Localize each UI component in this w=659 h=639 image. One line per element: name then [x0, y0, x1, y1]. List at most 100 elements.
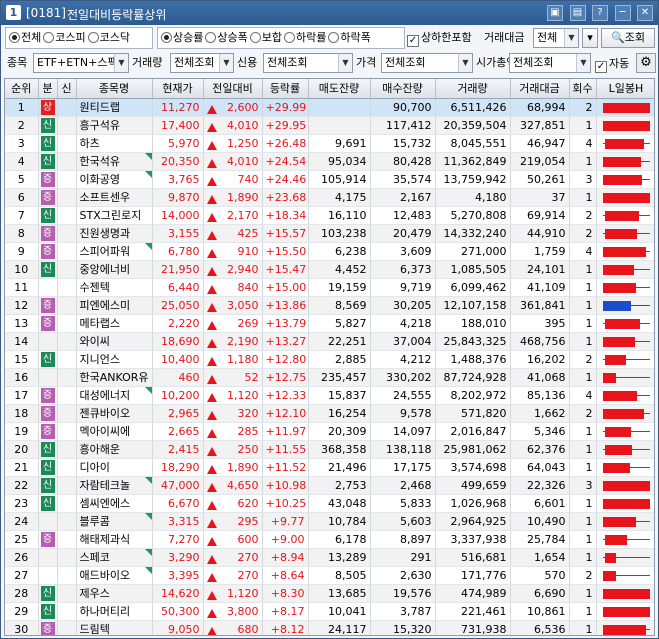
price-select[interactable]: 전체조회 ▼	[381, 53, 473, 73]
table-row[interactable]: 27 애드바이오 3,395 270 +8.64 8,505 2,630 171,776 570…	[5, 566, 654, 585]
table-row[interactable]: 23 신 셈씨엔에스 6,670 620 +10.25 43,048 5,833 1,026,9…	[5, 494, 654, 513]
col-bid[interactable]: 매수잔량	[370, 79, 436, 99]
cell-name[interactable]: 피엔에스미	[76, 296, 153, 315]
col-amount[interactable]: 거래대금	[510, 79, 570, 99]
col-ask[interactable]: 매도잔량	[308, 79, 371, 99]
table-row[interactable]: 2 신 흥구석유 17,400 4,010 +29.95 117,412 20,359,504…	[5, 116, 654, 135]
cell-name[interactable]: 젠큐바이오	[76, 404, 153, 423]
table-row[interactable]: 18 증 젠큐바이오 2,965 320 +12.10 16,254 9,578 571,820…	[5, 404, 654, 423]
cell-name[interactable]: 지니언스	[76, 350, 153, 369]
cell-change: 680	[203, 620, 263, 635]
cell-name[interactable]: 소프트센우	[76, 188, 153, 207]
cell-name[interactable]: 제우스	[76, 584, 153, 603]
table-row[interactable]: 8 증 진원생명과 3,155 425 +15.57 103,238 20,479 14,332…	[5, 224, 654, 243]
table-row[interactable]: 16 한국ANKOR유 460 52 +12.75 235,457 330,202 87,72…	[5, 368, 654, 387]
col-daily-candle[interactable]: L일봉H	[596, 79, 654, 99]
table-row[interactable]: 10 신 중앙에너비 21,950 2,940 +15.47 4,452 6,373 1,085…	[5, 260, 654, 279]
table-row[interactable]: 26 스페코 3,290 270 +8.94 13,289 291 516,681 1,654 1	[5, 548, 654, 567]
table-row[interactable]: 17 증 대성에너지 10,200 1,120 +12.33 15,837 24,555 8,2…	[5, 386, 654, 405]
table-row[interactable]: 3 신 하츠 5,970 1,250 +26.48 9,691 15,732 8,045,551…	[5, 134, 654, 153]
col-change[interactable]: 전일대비	[203, 79, 263, 99]
table-row[interactable]: 5 증 이화공영 3,765 740 +24.46 105,914 35,574 13,759,…	[5, 170, 654, 189]
col-rank[interactable]: 순위	[5, 79, 39, 99]
table-row[interactable]: 22 신 자람테크놀 47,000 4,650 +10.98 2,753 2,468 499,6…	[5, 476, 654, 495]
cell-name[interactable]: 이화공영	[76, 170, 153, 189]
table-row[interactable]: 12 증 피엔에스미 25,050 3,050 +13.86 8,569 30,205 12,1…	[5, 296, 654, 315]
cell-name[interactable]: STX그린로지	[76, 206, 153, 225]
col-rate[interactable]: 등락률	[262, 79, 309, 99]
table-row[interactable]: 20 신 흥아해운 2,415 250 +11.55 368,358 138,118 25,98…	[5, 440, 654, 459]
cell-name[interactable]: 메타랩스	[76, 314, 153, 333]
cell-volume: 188,010	[435, 314, 511, 333]
trade-amount-select[interactable]: 전체 ▼	[533, 28, 579, 48]
table-row[interactable]: 25 증 해태제과식 7,270 600 +9.00 6,178 8,897 3,337,938…	[5, 530, 654, 549]
item-select[interactable]: ETF+ETN+스팩 ▼	[33, 53, 129, 73]
radio-sort-flat[interactable]: 보합	[249, 28, 282, 48]
cell-name[interactable]: 원티드랩	[76, 98, 153, 117]
radio-market-kosdaq[interactable]: 코스닥	[87, 28, 130, 48]
table-row[interactable]: 29 신 하나머티리 50,300 3,800 +8.17 10,041 3,787 221,4…	[5, 602, 654, 621]
col-price[interactable]: 현재가	[152, 79, 204, 99]
cell-name[interactable]: 진원생명과	[76, 224, 153, 243]
credit-select[interactable]: 전체조회 ▼	[263, 53, 353, 73]
cell-name[interactable]: 중앙에너비	[76, 260, 153, 279]
cell-name[interactable]: 하츠	[76, 134, 153, 153]
help-icon[interactable]: ?	[592, 5, 608, 21]
table-row[interactable]: 15 신 지니언스 10,400 1,180 +12.80 2,885 4,212 1,488,…	[5, 350, 654, 369]
cell-name[interactable]: 한국석유	[76, 152, 153, 171]
col-count[interactable]: 회수	[569, 79, 597, 99]
col-name[interactable]: 종목명	[76, 79, 153, 99]
link-icon[interactable]: ▣	[547, 5, 563, 21]
cell-name[interactable]: 드림텍	[76, 620, 153, 635]
radio-sort-fall-rate[interactable]: 하락률	[284, 28, 326, 48]
cell-name[interactable]: 대성에너지	[76, 386, 153, 405]
table-row[interactable]: 14 와이씨 18,690 2,190 +13.27 22,251 37,004 25,843…	[5, 332, 654, 351]
cell-name[interactable]: 멕아이씨에	[76, 422, 153, 441]
minimize-icon[interactable]: ─	[614, 5, 631, 21]
table-row[interactable]: 7 신 STX그린로지 14,000 2,170 +18.34 16,110 12,483 5,…	[5, 206, 654, 225]
cell-name[interactable]: 스피어파워	[76, 242, 153, 261]
close-icon[interactable]: ✕	[637, 5, 653, 21]
layout-icon[interactable]: ▤	[569, 5, 586, 21]
radio-sort-rise-rate[interactable]: 상승률	[161, 28, 203, 48]
cell-name[interactable]: 해태제과식	[76, 530, 153, 549]
cell-name[interactable]: 블루콤	[76, 512, 153, 531]
table-row[interactable]: 28 신 제우스 14,620 1,120 +8.30 13,685 19,576 474,98…	[5, 584, 654, 603]
cell-name[interactable]: 자람테크놀	[76, 476, 153, 495]
table-row[interactable]: 30 증 드림텍 9,050 680 +8.12 24,117 15,320 731,938 6,…	[5, 620, 654, 635]
col-volume[interactable]: 거래량	[435, 79, 511, 99]
table-row[interactable]: 11 수젠텍 6,440 840 +15.00 19,159 9,719 6,099,462 4…	[5, 278, 654, 297]
radio-sort-fall-amount[interactable]: 하락폭	[328, 28, 371, 48]
table-row[interactable]: 9 증 스피어파워 6,780 910 +15.50 6,238 3,609 271,000 1,…	[5, 242, 654, 261]
gear-icon[interactable]: ⚙	[636, 53, 656, 73]
cell-name[interactable]: 셈씨엔에스	[76, 494, 153, 513]
cell-name[interactable]: 하나머티리	[76, 602, 153, 621]
table-row[interactable]: 19 증 멕아이씨에 2,665 285 +11.97 20,309 14,097 2,016,…	[5, 422, 654, 441]
col-credit[interactable]: 신	[57, 79, 77, 99]
cell-name[interactable]: 디아이	[76, 458, 153, 477]
col-category[interactable]: 분	[38, 79, 58, 99]
radio-market-all[interactable]: 전체	[9, 28, 41, 48]
cell-name[interactable]: 애드바이오	[76, 566, 153, 585]
cell-name[interactable]: 한국ANKOR유	[76, 368, 153, 387]
expand-button[interactable]: ▾	[582, 28, 598, 48]
cell-name[interactable]: 수젠텍	[76, 278, 153, 297]
radio-market-kospi[interactable]: 코스피	[43, 28, 86, 48]
cell-name[interactable]: 스페코	[76, 548, 153, 567]
cell-name[interactable]: 와이씨	[76, 332, 153, 351]
radio-sort-rise-amount[interactable]: 상승폭	[205, 28, 248, 48]
table-row[interactable]: 6 증 소프트센우 9,870 1,890 +23.68 4,175 2,167 4,180 37…	[5, 188, 654, 207]
cell-name[interactable]: 흥아해운	[76, 440, 153, 459]
volume-select[interactable]: 전체조회 ▼	[170, 53, 234, 73]
table-row[interactable]: 1 상 원티드랩 11,270 2,600 +29.99 90,700 6,511,426 68…	[5, 98, 654, 117]
mcap-select[interactable]: 전체조회 ▼	[509, 53, 591, 73]
table-row[interactable]: 21 신 디아이 18,290 1,890 +11.52 21,496 17,175 3,574…	[5, 458, 654, 477]
query-button[interactable]: 🔍조회	[601, 28, 655, 48]
table-row[interactable]: 13 증 메타랩스 2,220 269 +13.79 5,827 4,218 188,010 39…	[5, 314, 654, 333]
table-row[interactable]: 4 신 한국석유 20,350 4,010 +24.54 95,034 80,428 11,36…	[5, 152, 654, 171]
auto-checkbox[interactable]: ✓ 자동	[595, 56, 629, 73]
table-row[interactable]: 24 블루콤 3,315 295 +9.77 10,784 5,603 2,964,925 10…	[5, 512, 654, 531]
cell-name[interactable]: 흥구석유	[76, 116, 153, 135]
include-limit-checkbox[interactable]: ✓ 상하한포함	[407, 30, 472, 47]
candle-chart	[601, 153, 652, 170]
